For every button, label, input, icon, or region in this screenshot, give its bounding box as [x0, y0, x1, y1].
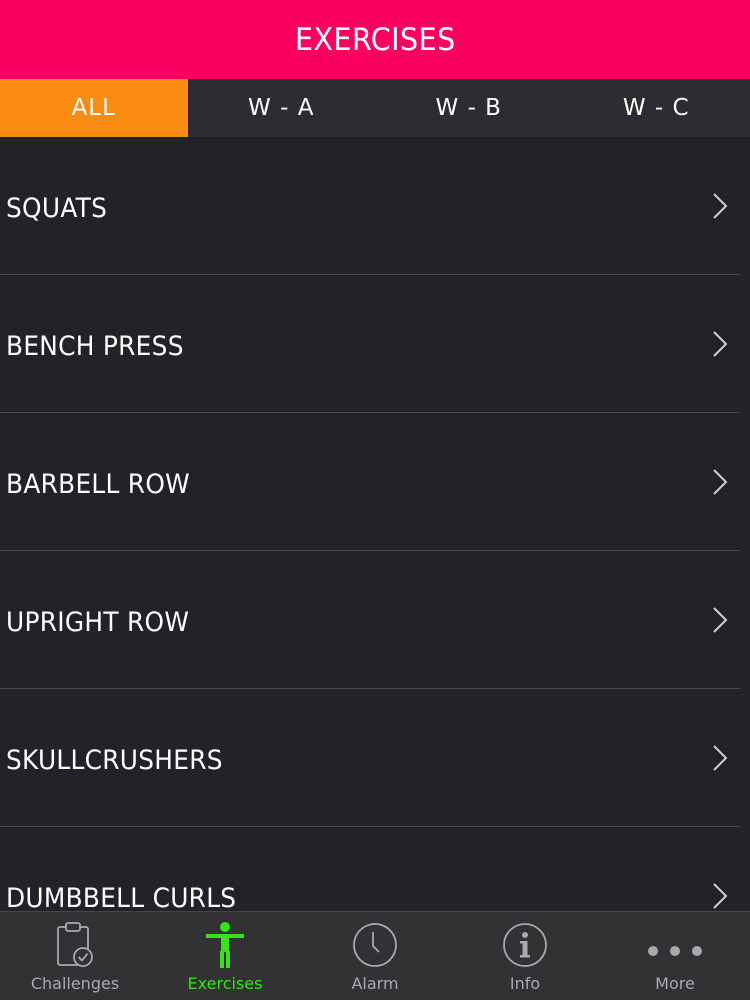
exercise-row-upright-row[interactable]: UPRIGHT ROW: [0, 551, 750, 689]
exercise-row-skullcrushers[interactable]: SKULLCRUSHERS: [0, 689, 750, 827]
exercise-label: SKULLCRUSHERS: [6, 744, 223, 776]
tabbar-label: Challenges: [30, 974, 120, 993]
tab-w-a[interactable]: W - A: [188, 79, 376, 137]
bottom-tab-bar: Challenges Exercises Alarm Info More: [0, 911, 750, 1000]
tab-all[interactable]: ALL: [0, 79, 188, 137]
tab-w-b[interactable]: W - B: [375, 79, 563, 137]
chevron-right-icon: [712, 330, 728, 358]
exercise-row-squats[interactable]: SQUATS: [0, 137, 750, 275]
info-icon: [501, 920, 549, 970]
tabbar-item-info[interactable]: Info: [450, 912, 600, 1000]
exercise-label: SQUATS: [6, 192, 108, 224]
exercise-row-bench-press[interactable]: BENCH PRESS: [0, 275, 750, 413]
exercise-label: BENCH PRESS: [6, 330, 184, 362]
more-dots-icon: [645, 920, 705, 970]
tabbar-label: Info: [509, 974, 541, 993]
chevron-right-icon: [712, 882, 728, 910]
chevron-right-icon: [712, 744, 728, 772]
exercise-label: BARBELL ROW: [6, 468, 191, 500]
workout-filter-tabs: ALL W - A W - B W - C: [0, 79, 750, 137]
clock-icon: [351, 920, 399, 970]
tabbar-label: Exercises: [187, 974, 263, 993]
tabbar-item-alarm[interactable]: Alarm: [300, 912, 450, 1000]
tabbar-label: More: [655, 974, 695, 993]
exercise-row-barbell-row[interactable]: BARBELL ROW: [0, 413, 750, 551]
chevron-right-icon: [712, 192, 728, 220]
clipboard-check-icon: [55, 920, 95, 970]
chevron-right-icon: [712, 606, 728, 634]
tab-w-c[interactable]: W - C: [563, 79, 750, 137]
exercise-list[interactable]: SQUATS BENCH PRESS BARBELL ROW UPRIGHT R…: [0, 137, 750, 911]
page-title: EXERCISES: [294, 21, 456, 58]
exercise-label: DUMBBELL CURLS: [6, 882, 237, 912]
app-header: EXERCISES: [0, 0, 750, 79]
tabbar-item-more[interactable]: More: [600, 912, 750, 1000]
chevron-right-icon: [712, 468, 728, 496]
exercise-row-dumbbell-curls[interactable]: DUMBBELL CURLS: [0, 827, 750, 911]
person-icon: [203, 920, 247, 970]
exercise-label: UPRIGHT ROW: [6, 606, 190, 638]
tabbar-item-exercises[interactable]: Exercises: [150, 912, 300, 1000]
tabbar-label: Alarm: [351, 974, 399, 993]
tabbar-item-challenges[interactable]: Challenges: [0, 912, 150, 1000]
